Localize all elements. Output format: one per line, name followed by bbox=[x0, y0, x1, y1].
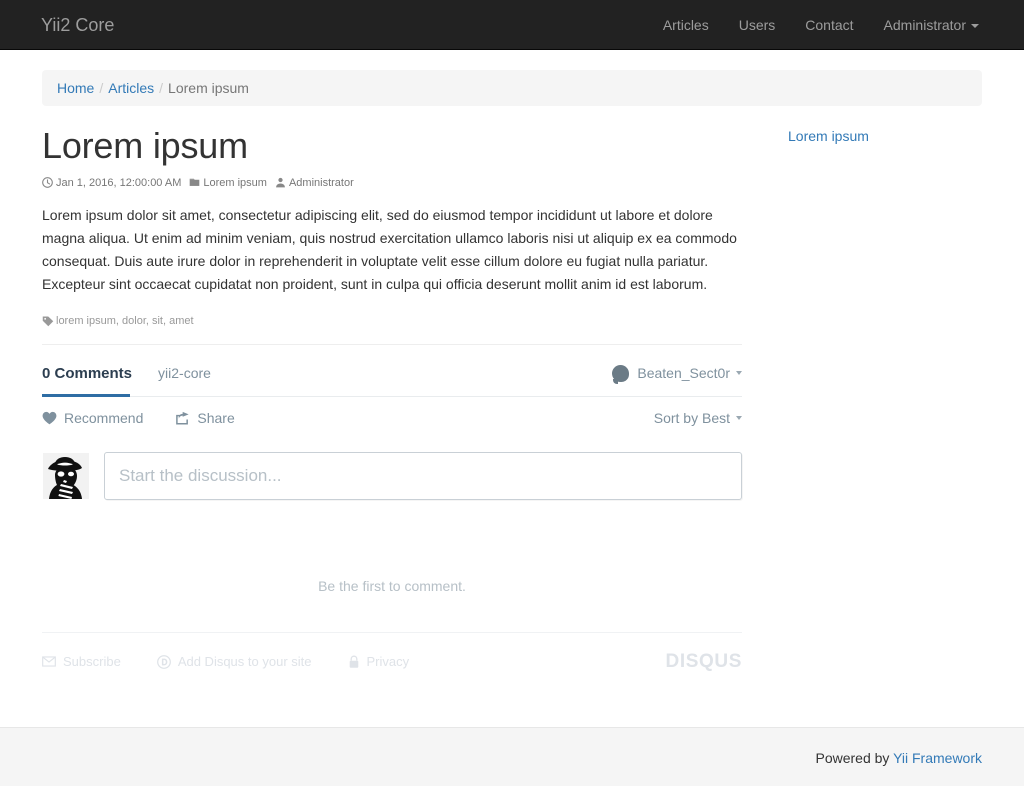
breadcrumb-separator: / bbox=[159, 80, 164, 96]
article-row: Lorem ipsum Jan 1, 2016, 12:00:00 AM Lor… bbox=[42, 126, 982, 673]
clock-icon bbox=[42, 177, 53, 188]
lock-icon bbox=[348, 655, 360, 669]
nav-articles[interactable]: Articles bbox=[648, 0, 724, 49]
disqus-username: Beaten_Sect0r bbox=[637, 365, 730, 382]
disqus-user-menu[interactable]: Beaten_Sect0r bbox=[612, 364, 742, 388]
page-wrap: Home / Articles / Lorem ipsum Lorem ipsum Ja… bbox=[0, 70, 1024, 747]
navbar-item: Administrator bbox=[869, 0, 994, 49]
active-tab-underline bbox=[42, 393, 130, 397]
footer-credit: Powered by Yii Framework bbox=[815, 750, 982, 766]
disqus-footer: Subscribe Add Disqus to your site Privac… bbox=[42, 631, 742, 673]
user-icon bbox=[275, 177, 286, 188]
nav-contact[interactable]: Contact bbox=[790, 0, 868, 49]
nav-administrator[interactable]: Administrator bbox=[869, 0, 994, 49]
nav-administrator-label: Administrator bbox=[883, 17, 966, 33]
brand-link[interactable]: Yii2 Core bbox=[26, 0, 129, 49]
sidebar-link-lorem-ipsum[interactable]: Lorem ipsum bbox=[788, 128, 869, 144]
envelope-icon bbox=[42, 656, 56, 667]
breadcrumb: Home / Articles / Lorem ipsum bbox=[42, 70, 982, 106]
tag-icon bbox=[42, 315, 54, 327]
disqus-d-icon bbox=[156, 654, 171, 669]
recommend-label: Recommend bbox=[64, 409, 144, 426]
comment-compose-area: Start the discussion... bbox=[42, 451, 742, 500]
disqus-widget: 0 Comments yii2-core Beaten_Sect0r Recom… bbox=[42, 364, 742, 673]
footer-inner: Powered by Yii Framework bbox=[28, 728, 996, 787]
breadcrumb-item-current: Lorem ipsum bbox=[168, 80, 249, 96]
breadcrumb-separator: / bbox=[99, 80, 104, 96]
sort-label: Sort by Best bbox=[653, 409, 730, 426]
article-tags: lorem ipsum, dolor, sit, amet bbox=[42, 314, 742, 328]
sort-dropdown[interactable]: Sort by Best bbox=[654, 410, 742, 426]
disqus-action-bar: Recommend Share Sort by Best bbox=[42, 410, 742, 426]
footer-credit-prefix: Powered by bbox=[815, 749, 894, 766]
top-navbar: Yii2 Core Articles Users Contact Adminis… bbox=[0, 0, 1024, 50]
meta-date-text: Jan 1, 2016, 12:00:00 AM bbox=[56, 176, 182, 189]
heart-icon bbox=[42, 411, 57, 425]
recommend-button[interactable]: Recommend bbox=[42, 410, 143, 426]
comment-count-tab[interactable]: 0 Comments bbox=[42, 365, 132, 388]
add-disqus-link[interactable]: Add Disqus to your site bbox=[156, 654, 312, 670]
yii-framework-link[interactable]: Yii Framework bbox=[893, 750, 982, 766]
meta-author-text: Administrator bbox=[288, 176, 354, 189]
meta-author: Administrator bbox=[275, 176, 354, 190]
privacy-link[interactable]: Privacy bbox=[348, 654, 410, 670]
add-disqus-label: Add Disqus to your site bbox=[177, 654, 312, 670]
disqus-action-bar-left: Recommend Share bbox=[42, 410, 267, 426]
current-user-avatar bbox=[42, 451, 90, 500]
page-title: Lorem ipsum bbox=[42, 125, 248, 166]
breadcrumb-item-articles[interactable]: Articles bbox=[108, 80, 154, 96]
meta-category-text: Lorem ipsum bbox=[203, 176, 267, 189]
comment-input-placeholder: Start the discussion... bbox=[119, 465, 282, 485]
disqus-logo: DISQUS bbox=[665, 650, 742, 672]
disqus-footer-links: Subscribe Add Disqus to your site Privac… bbox=[42, 654, 445, 669]
content-divider bbox=[42, 343, 742, 345]
share-button[interactable]: Share bbox=[175, 409, 235, 426]
content-container: Home / Articles / Lorem ipsum Lorem ipsum Ja… bbox=[28, 70, 996, 673]
meta-date: Jan 1, 2016, 12:00:00 AM bbox=[42, 176, 181, 190]
disqus-header-tabs: 0 Comments yii2-core bbox=[42, 365, 211, 388]
chevron-down-icon bbox=[736, 371, 742, 376]
disqus-header: 0 Comments yii2-core Beaten_Sect0r bbox=[42, 364, 742, 397]
share-icon bbox=[175, 411, 190, 425]
avatar bbox=[612, 364, 630, 384]
nav-users[interactable]: Users bbox=[724, 0, 791, 49]
disqus-forum-link[interactable]: yii2-core bbox=[158, 365, 211, 387]
navbar-inner: Yii2 Core Articles Users Contact Adminis… bbox=[0, 0, 1024, 49]
article-sidebar: Lorem ipsum bbox=[742, 126, 982, 146]
meta-category: Lorem ipsum bbox=[189, 176, 267, 190]
navbar-item: Articles bbox=[648, 0, 724, 49]
navbar-item: Users bbox=[724, 0, 791, 49]
navbar-item: Contact bbox=[790, 0, 868, 49]
subscribe-label: Subscribe bbox=[63, 654, 121, 670]
share-label: Share bbox=[197, 409, 235, 426]
comment-input[interactable]: Start the discussion... bbox=[104, 451, 742, 500]
article-tags-text: lorem ipsum, dolor, sit, amet bbox=[56, 314, 194, 327]
article-main-column: Lorem ipsum Jan 1, 2016, 12:00:00 AM Lor… bbox=[42, 126, 742, 673]
navbar-menu: Articles Users Contact Administrator bbox=[648, 0, 994, 49]
folder-icon bbox=[189, 177, 200, 188]
page-footer: Powered by Yii Framework bbox=[0, 727, 1024, 786]
subscribe-link[interactable]: Subscribe bbox=[42, 654, 121, 669]
breadcrumb-item-home[interactable]: Home bbox=[57, 80, 94, 96]
article-body: Lorem ipsum dolor sit amet, consectetur … bbox=[42, 206, 737, 292]
chevron-down-icon bbox=[971, 24, 979, 29]
chevron-down-icon bbox=[736, 415, 742, 420]
empty-comments-message: Be the first to comment. bbox=[318, 577, 466, 594]
article-meta: Jan 1, 2016, 12:00:00 AM Lorem ipsum Adm… bbox=[42, 176, 742, 190]
privacy-label: Privacy bbox=[366, 654, 410, 670]
